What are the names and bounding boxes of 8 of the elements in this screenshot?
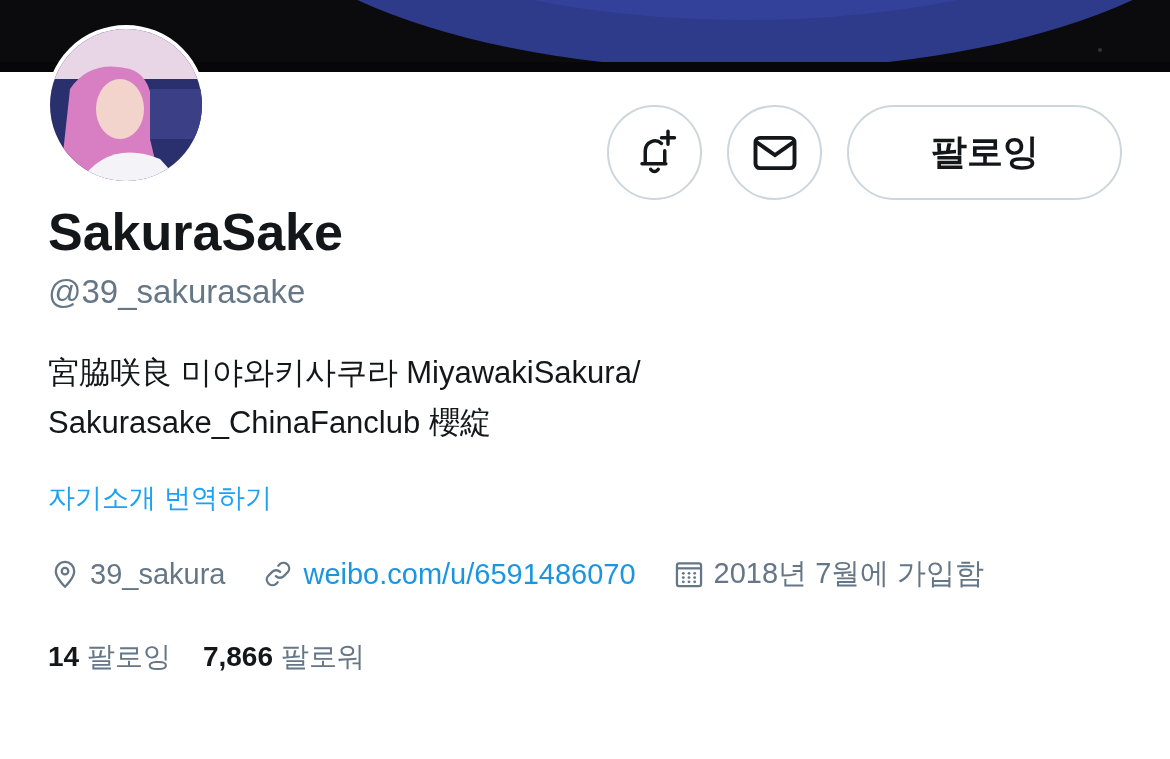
username: @39_sakurasake [48, 272, 307, 312]
join-date: 2018년 7월에 가입함 [713, 556, 985, 591]
follow-count[interactable]: 7,866 팔로워 [202, 638, 365, 676]
following-button[interactable]: 팔로잉 [847, 105, 1122, 200]
follow-count[interactable]: 14 팔로잉 [48, 638, 171, 676]
location-text: 39_sakura [90, 557, 226, 591]
display-name: SakuraSake [48, 202, 344, 262]
bio-text: 宮脇咲良 미야와키사쿠라 MiyawakiSakura/ Sakurasake_ChinaFanclub 櫻綻 [48, 354, 642, 442]
